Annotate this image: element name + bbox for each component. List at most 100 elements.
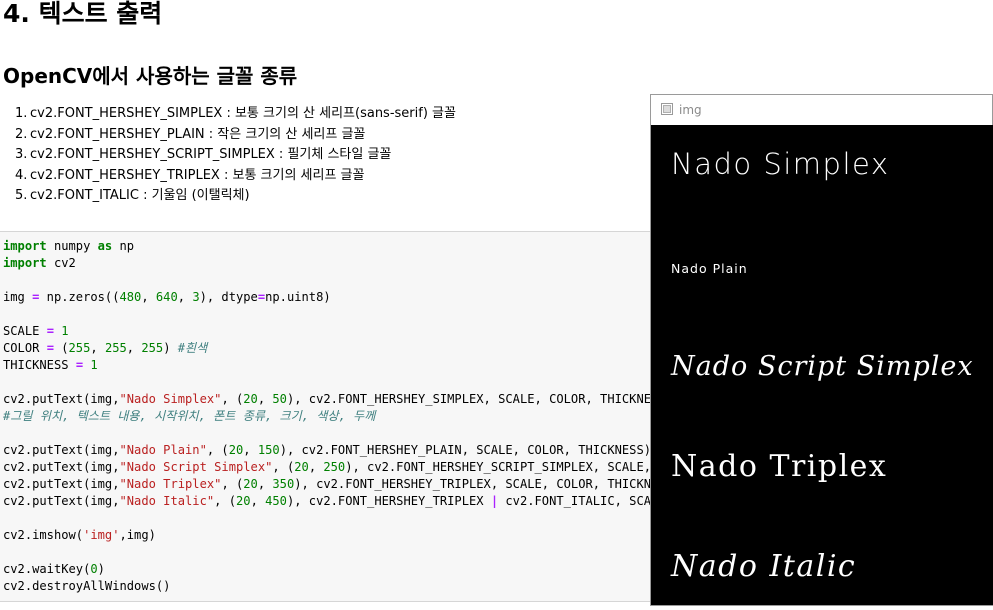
opencv-window-icon bbox=[661, 103, 673, 115]
code-line: img = np.zeros((480, 640, 3), dtype=np.u… bbox=[3, 289, 680, 306]
code-text: np.uint8) bbox=[265, 290, 331, 304]
code-number: 1 bbox=[90, 358, 98, 372]
code-number: 20 bbox=[243, 392, 258, 406]
code-text: , bbox=[90, 341, 105, 355]
canvas-text-italic: Nado Italic bbox=[671, 549, 857, 584]
code-text: cv2 bbox=[46, 256, 76, 270]
code-editor[interactable]: import numpy as npimport cv2​img = np.ze… bbox=[3, 238, 680, 595]
code-text: cv2.putText(img, bbox=[3, 460, 120, 474]
list-item: 4. cv2.FONT_HERSHEY_TRIPLEX : 보통 크기의 세리프 … bbox=[15, 167, 365, 183]
code-number: 20 bbox=[243, 477, 258, 491]
code-text: np bbox=[112, 239, 135, 253]
code-text: THICKNESS bbox=[3, 358, 76, 372]
code-number: 0 bbox=[90, 562, 98, 576]
code-text: , bbox=[257, 392, 273, 406]
code-operator: = bbox=[75, 358, 84, 372]
code-line: cv2.putText(img,"Nado Plain", (20, 150),… bbox=[3, 442, 680, 459]
code-text: ( bbox=[53, 341, 69, 355]
code-text: , bbox=[257, 477, 273, 491]
opencv-image-window[interactable]: img Nado Simplex Nado Plain Nado Script … bbox=[650, 94, 993, 606]
code-number: 20 bbox=[236, 494, 251, 508]
font-type-list: 1. cv2.FONT_HERSHEY_SIMPLEX : 보통 크기의 산 세리… bbox=[15, 104, 456, 207]
code-text: , bbox=[308, 460, 324, 474]
code-number: 1 bbox=[61, 324, 69, 338]
code-text: cv2.destroyAllWindows() bbox=[3, 579, 171, 593]
code-text: ) bbox=[163, 341, 178, 355]
list-item-text: cv2.FONT_HERSHEY_PLAIN : 작은 크기의 산 세리프 글꼴 bbox=[30, 126, 366, 142]
code-text: , ( bbox=[272, 460, 295, 474]
code-text: ), cv2.FONT_HERSHEY_PLAIN, SCALE, COLOR,… bbox=[279, 443, 652, 457]
list-item: 5. cv2.FONT_ITALIC : 기울임 (이탤릭체) bbox=[15, 188, 250, 203]
code-line: ​ bbox=[3, 272, 680, 289]
list-item: 1. cv2.FONT_HERSHEY_SIMPLEX : 보통 크기의 산 세리… bbox=[15, 106, 456, 121]
canvas-text-triplex: Nado Triplex bbox=[671, 449, 888, 484]
code-text: ), cv2.FONT_HERSHEY_SIMPLEX, SCALE, COLO… bbox=[286, 392, 673, 406]
code-text: np.zeros(( bbox=[39, 290, 120, 304]
code-string: "Nado Triplex" bbox=[119, 477, 222, 491]
code-text: COLOR bbox=[3, 341, 47, 355]
code-text: ), cv2.FONT_HERSHEY_SCRIPT_SIMPLEX, SCAL… bbox=[345, 460, 681, 474]
code-line: cv2.imshow('img',img) bbox=[3, 527, 680, 544]
code-comment: #그릴 위치, 텍스트 내용, 시작위치, 폰트 종류, 크기, 색상, 두께 bbox=[3, 409, 376, 423]
subsection-heading: OpenCV에서 사용하는 글꼴 종류 bbox=[3, 64, 298, 88]
code-number: 450 bbox=[265, 494, 287, 508]
code-line: cv2.putText(img,"Nado Simplex", (20, 50)… bbox=[3, 391, 680, 408]
section-heading: 4. 텍스트 출력 bbox=[3, 0, 163, 28]
code-line: cv2.destroyAllWindows() bbox=[3, 578, 680, 595]
code-string: "Nado Plain" bbox=[119, 443, 207, 457]
code-string: "Nado Italic" bbox=[119, 494, 215, 508]
code-line: ​ bbox=[3, 544, 680, 561]
list-item-text: cv2.FONT_ITALIC : 기울임 (이탤릭체) bbox=[30, 188, 250, 203]
code-operator: = bbox=[46, 324, 54, 338]
code-number: 255 bbox=[68, 341, 91, 355]
code-text: cv2.imshow( bbox=[3, 528, 84, 542]
list-item-text: cv2.FONT_HERSHEY_SIMPLEX : 보통 크기의 산 세리프(… bbox=[30, 106, 456, 121]
code-text: cv2.putText(img, bbox=[3, 494, 120, 508]
list-item-text: cv2.FONT_HERSHEY_TRIPLEX : 보통 크기의 세리프 글꼴 bbox=[30, 167, 365, 183]
code-text: cv2.putText(img, bbox=[3, 443, 120, 457]
code-number: 480 bbox=[119, 290, 142, 304]
code-keyword: import bbox=[3, 256, 47, 270]
code-text: , bbox=[126, 341, 142, 355]
code-number: 255 bbox=[104, 341, 127, 355]
code-text: img bbox=[3, 290, 33, 304]
canvas-text-script: Nado Script Simplex bbox=[671, 351, 974, 382]
code-keyword: as bbox=[97, 239, 113, 253]
code-line: COLOR = (255, 255, 255) #흰색 bbox=[3, 340, 680, 357]
code-text: cv2.putText(img, bbox=[3, 392, 120, 406]
code-line: cv2.putText(img,"Nado Script Simplex", (… bbox=[3, 459, 680, 476]
code-line: ​ bbox=[3, 425, 680, 442]
code-line: #그릴 위치, 텍스트 내용, 시작위치, 폰트 종류, 크기, 색상, 두께 bbox=[3, 408, 680, 425]
list-item-text: cv2.FONT_HERSHEY_SCRIPT_SIMPLEX : 필기체 스타… bbox=[30, 147, 392, 162]
code-text: cv2.FONT_ITALIC, SCALE, bbox=[498, 494, 673, 508]
code-text: numpy bbox=[46, 239, 98, 253]
code-line: ​ bbox=[3, 510, 680, 527]
code-string: 'img' bbox=[83, 528, 120, 542]
code-number: 20 bbox=[228, 443, 244, 457]
code-string: "Nado Simplex" bbox=[119, 392, 222, 406]
code-number: 640 bbox=[155, 290, 178, 304]
code-line: cv2.waitKey(0) bbox=[3, 561, 680, 578]
list-item: 2. cv2.FONT_HERSHEY_PLAIN : 작은 크기의 산 세리프 … bbox=[15, 126, 366, 142]
code-number: 250 bbox=[323, 460, 346, 474]
code-line: import cv2 bbox=[3, 255, 680, 272]
code-line: SCALE = 1 bbox=[3, 323, 680, 340]
code-number: 255 bbox=[141, 341, 164, 355]
code-line: cv2.putText(img,"Nado Italic", (20, 450)… bbox=[3, 493, 680, 510]
code-keyword: import bbox=[3, 239, 47, 253]
code-text: cv2.waitKey( bbox=[3, 562, 91, 576]
code-text: SCALE bbox=[3, 324, 47, 338]
code-number: 50 bbox=[272, 392, 287, 406]
code-text: , ( bbox=[221, 477, 244, 491]
code-text: ), cv2.FONT_HERSHEY_TRIPLEX bbox=[286, 494, 491, 508]
window-titlebar[interactable]: img bbox=[651, 95, 992, 125]
code-line: cv2.putText(img,"Nado Triplex", (20, 350… bbox=[3, 476, 680, 493]
canvas-text-simplex: Nado Simplex bbox=[671, 147, 890, 181]
code-text: ), cv2.FONT_HERSHEY_TRIPLEX, SCALE, COLO… bbox=[294, 477, 681, 491]
code-number: 3 bbox=[192, 290, 200, 304]
list-item: 3. cv2.FONT_HERSHEY_SCRIPT_SIMPLEX : 필기체 … bbox=[15, 147, 392, 162]
window-title: img bbox=[679, 103, 702, 117]
code-number: 350 bbox=[272, 477, 295, 491]
code-line: import numpy as np bbox=[3, 238, 680, 255]
code-comment: #흰색 bbox=[177, 341, 208, 355]
